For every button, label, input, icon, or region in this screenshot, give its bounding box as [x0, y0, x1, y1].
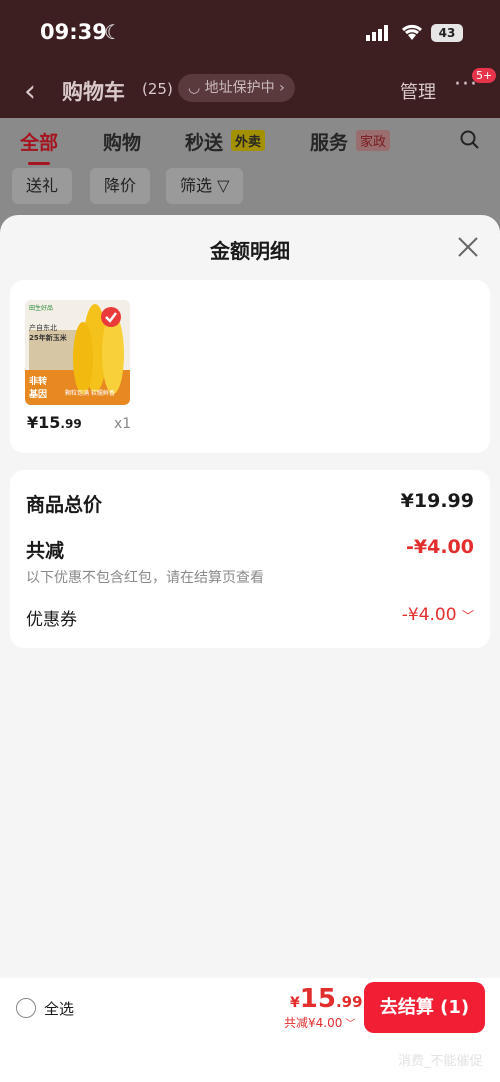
product-card: 田生好品 产自东北 25年新玉米 非转 基因 颗粒饱满 软糯鲜香 ¥15.99 … [10, 280, 490, 453]
close-icon[interactable] [456, 235, 480, 259]
discount-label: 共减 [26, 540, 65, 562]
currency-symbol: ¥ [290, 995, 300, 1011]
svg-text:田生好品: 田生好品 [29, 304, 53, 312]
filter-gift[interactable]: 送礼 [12, 168, 73, 204]
image-text-nongmo1: 非转 [29, 375, 47, 387]
image-text-slogan: 颗粒饱满 软糯鲜香 [65, 389, 115, 397]
coupon-value: -¥4.00 [401, 605, 457, 625]
image-text-product: 25年新玉米 [29, 333, 68, 342]
image-text-nongmo2: 基因 [28, 388, 47, 400]
product-image[interactable]: 田生好品 产自东北 25年新玉米 非转 基因 颗粒饱满 软糯鲜香 [25, 300, 130, 405]
total-value: ¥19.99 [400, 490, 474, 512]
tab-shopping[interactable]: 购物 [103, 128, 141, 155]
total-label: 商品总价 [26, 494, 103, 516]
select-all-label[interactable]: 全选 [44, 998, 74, 1019]
cart-navbar: ‹ 购物车 (25) ◡ 地址保护中 › 管理 ··· 5+ [0, 66, 500, 116]
select-all-radio[interactable] [16, 998, 36, 1018]
product-price: ¥15.99 [27, 413, 82, 432]
manage-button[interactable]: 管理 [400, 78, 436, 104]
image-text-origin: 产自东北 [29, 323, 57, 332]
cart-count: (25) [142, 80, 173, 98]
total-price: ¥15.99 [290, 984, 363, 1014]
tab-all[interactable]: 全部 [20, 128, 59, 165]
address-protect-label: 地址保护中 [204, 80, 275, 96]
watermark: 消费_不能催促 [398, 1054, 483, 1069]
discount-summary[interactable]: 共减¥4.00 ﹀ [284, 1014, 356, 1031]
battery-indicator: 43 [431, 24, 463, 42]
coupon-row-value[interactable]: -¥4.00 ﹀ [402, 605, 474, 625]
checkout-bar: 全选 ¥15.99 共减¥4.00 ﹀ 去结算 (1) 消费_不能催促 [0, 978, 500, 1082]
amount-detail-sheet: 金额明细 田生好品 产自东北 25年新玉米 非转 基因 颗粒饱满 软糯鲜香 ¥1… [0, 215, 500, 1082]
sheet-title: 金额明细 [210, 239, 290, 263]
tab-tag-housekeeping: 家政 [356, 130, 391, 151]
tab-tag-takeout: 外卖 [231, 130, 266, 151]
chevron-down-icon: ﹀ [342, 1019, 356, 1030]
chevron-right-icon: › [274, 80, 285, 96]
price-summary-card: 商品总价 ¥19.99 共减 -¥4.00 以下优惠不包含红包，请在结算页查看 … [10, 470, 490, 648]
filter-chips: 送礼 降价 筛选 ▽ [0, 164, 500, 214]
checkout-button[interactable]: 去结算 (1) [364, 982, 485, 1033]
funnel-icon: ▽ [217, 176, 230, 195]
tab-services[interactable]: 服务 [310, 128, 348, 155]
total-price-dec: .99 [335, 993, 363, 1011]
address-protect-chip[interactable]: ◡ 地址保护中 › [178, 74, 295, 102]
coupon-label: 优惠券 [26, 610, 77, 630]
status-bar: 09:39 ☾ 43 [0, 0, 500, 66]
page-title: 购物车 [62, 80, 125, 104]
moon-icon: ☾ [104, 20, 122, 44]
search-icon[interactable] [460, 130, 480, 150]
discount-note: 以下优惠不包含红包，请在结算页查看 [26, 570, 264, 586]
filter-more[interactable]: 筛选 ▽ [166, 168, 244, 204]
discount-summary-text: 共减¥4.00 [284, 1016, 343, 1030]
discount-value: -¥4.00 [406, 536, 474, 558]
filter-label: 筛选 [180, 176, 213, 195]
message-badge: 5+ [472, 68, 497, 83]
signal-icon [366, 25, 388, 41]
product-price-dec: .99 [60, 417, 82, 431]
wifi-icon [401, 24, 423, 40]
tab-label: 全部 [20, 132, 59, 154]
tab-instant[interactable]: 秒送 [185, 128, 223, 155]
category-tabs: 全部 购物 秒送 外卖 服务 家政 [0, 118, 500, 165]
chevron-down-icon: ﹀ [461, 609, 474, 623]
product-qty: x1 [114, 416, 132, 432]
total-price-int: 15 [299, 984, 336, 1014]
back-icon[interactable]: ‹ [24, 74, 36, 109]
product-price-int: ¥15 [27, 413, 61, 432]
filter-price-drop[interactable]: 降价 [90, 168, 151, 204]
smile-icon: ◡ [188, 80, 205, 96]
status-time: 09:39 [40, 20, 107, 44]
